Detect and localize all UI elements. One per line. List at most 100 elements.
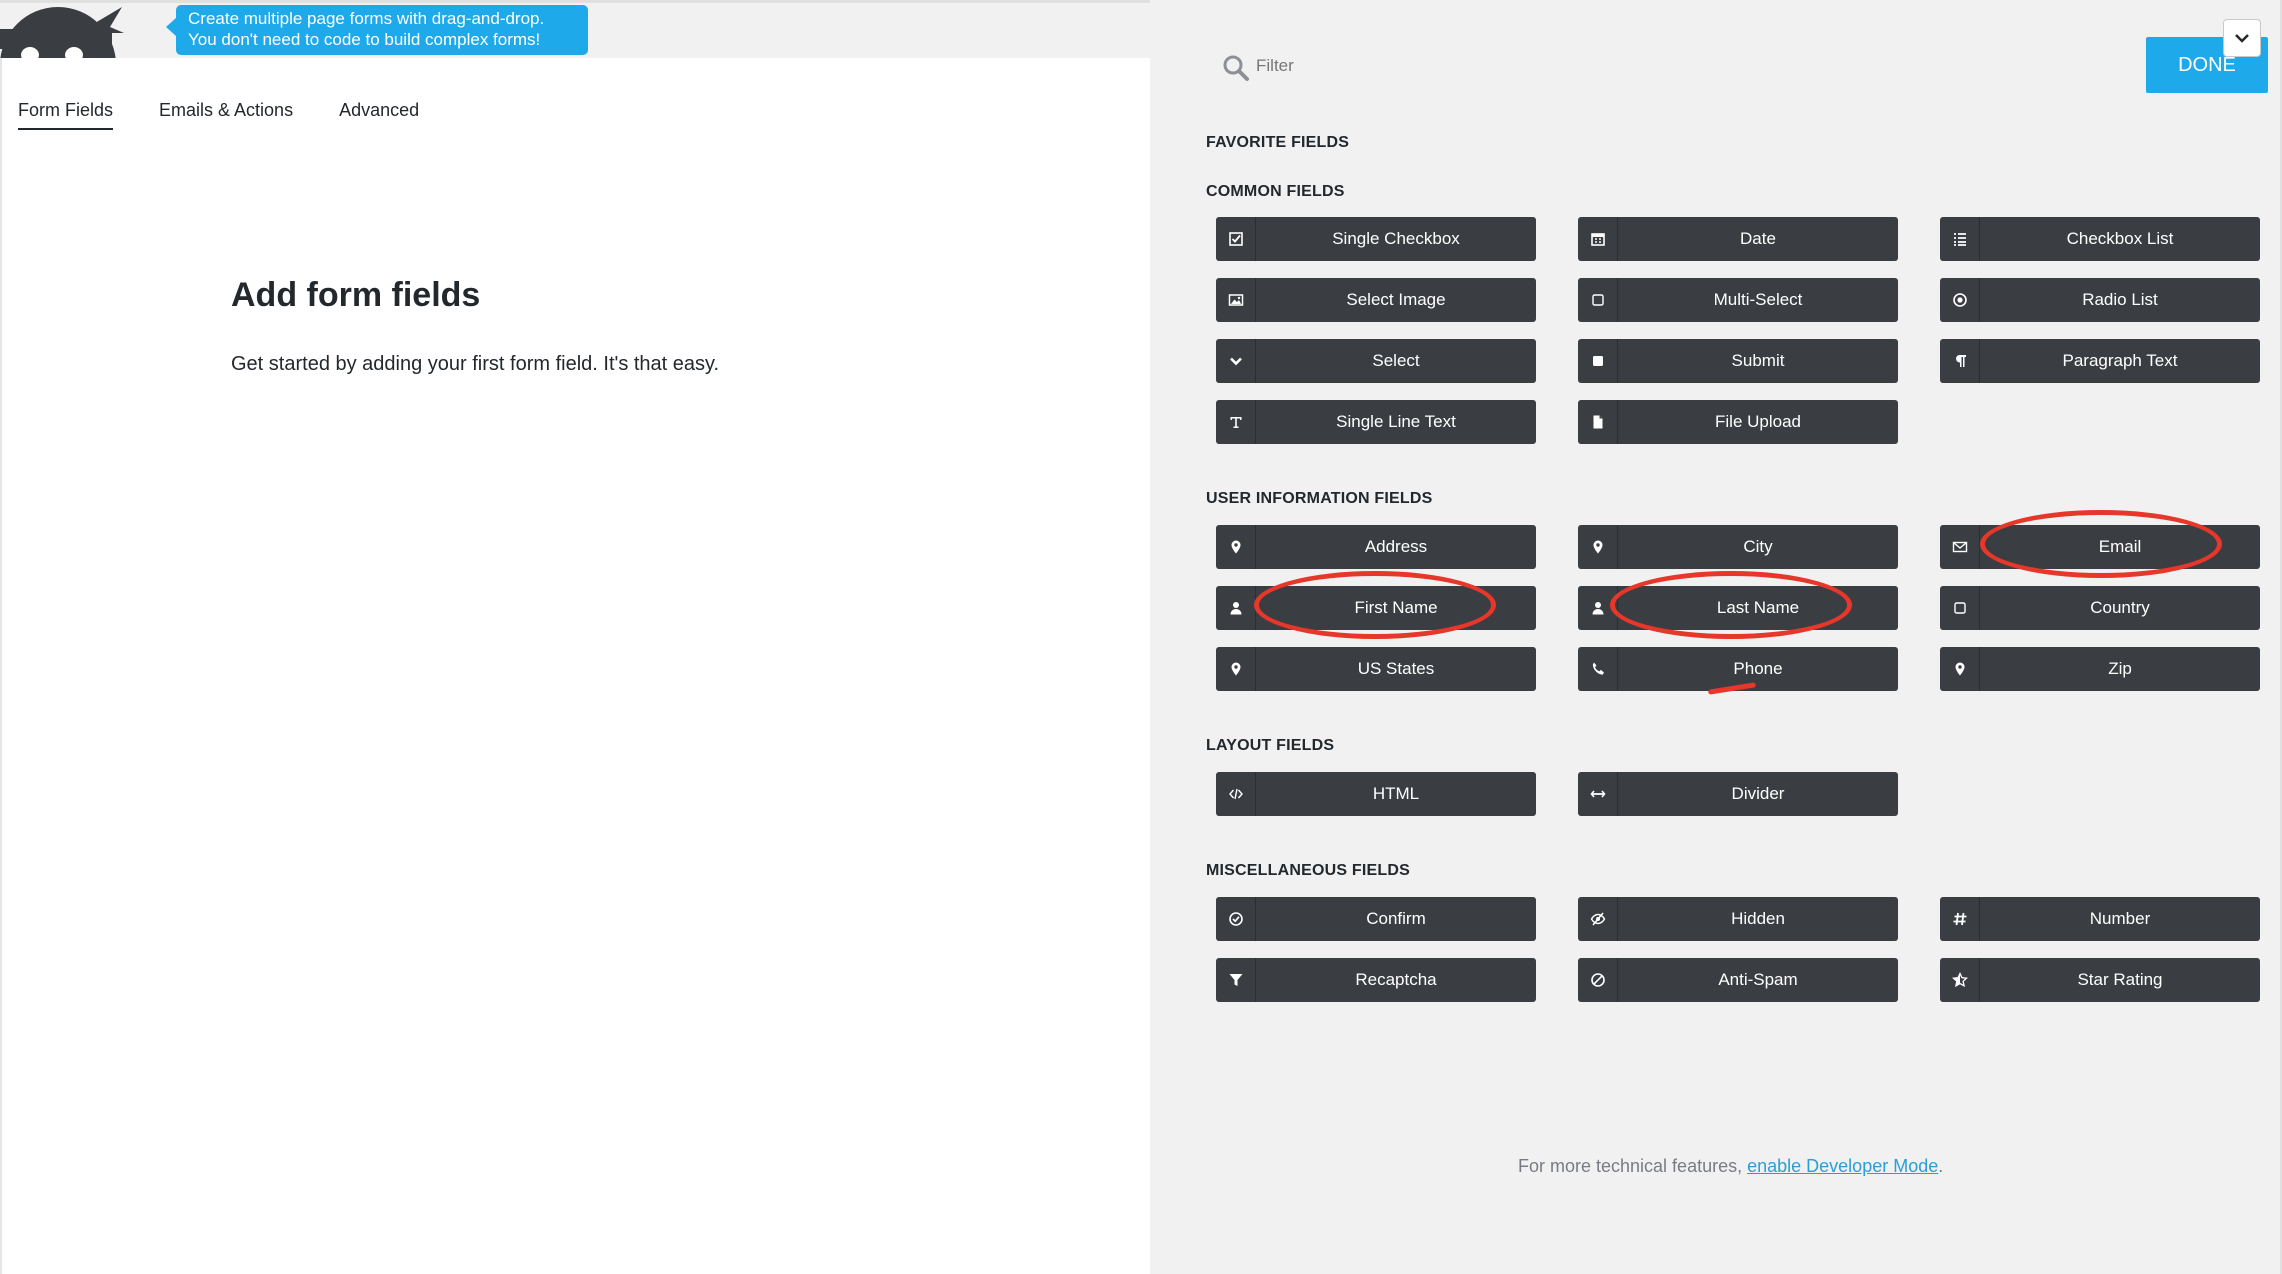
section-miscellaneous-fields: MISCELLANEOUS FIELDS bbox=[1206, 862, 1411, 879]
field-button-checkbox-list[interactable]: Checkbox List bbox=[1940, 217, 2260, 261]
filter-input[interactable] bbox=[1256, 50, 1816, 82]
field-button-city[interactable]: City bbox=[1578, 525, 1898, 569]
field-button-single-checkbox[interactable]: Single Checkbox bbox=[1216, 217, 1536, 261]
field-button-date[interactable]: Date bbox=[1578, 217, 1898, 261]
field-button-phone[interactable]: Phone bbox=[1578, 647, 1898, 691]
field-button-label: Email bbox=[2098, 537, 2142, 556]
field-button-label: Star Rating bbox=[2077, 970, 2163, 989]
field-button-zip[interactable]: Zip bbox=[1940, 647, 2260, 691]
check-circle-icon bbox=[1216, 897, 1256, 941]
field-button-anti-spam[interactable]: Anti-Spam bbox=[1578, 958, 1898, 1002]
field-button-first-name[interactable]: First Name bbox=[1216, 586, 1536, 630]
field-button-label: Number bbox=[2089, 909, 2151, 928]
section-favorite-fields: FAVORITE FIELDS bbox=[1206, 134, 1350, 151]
tab-advanced[interactable]: Advanced bbox=[339, 98, 419, 130]
enable-developer-mode-link[interactable]: enable Developer Mode bbox=[1747, 1156, 1938, 1176]
search-icon bbox=[1223, 55, 1249, 81]
tab-form-fields[interactable]: Form Fields bbox=[18, 98, 114, 130]
chevron-down-icon bbox=[1216, 339, 1256, 383]
field-button-file-upload[interactable]: File Upload bbox=[1578, 400, 1898, 444]
arrows-horizontal-icon bbox=[1578, 772, 1618, 816]
hash-icon bbox=[1940, 897, 1980, 941]
field-button-label: HTML bbox=[1372, 784, 1420, 803]
square-outline-icon bbox=[1940, 586, 1980, 630]
field-button-star-rating[interactable]: Star Rating bbox=[1940, 958, 2260, 1002]
filter-box bbox=[1206, 36, 1846, 94]
field-button-label: Phone bbox=[1733, 659, 1783, 678]
field-button-label: Single Line Text bbox=[1336, 412, 1456, 431]
field-button-label: US States bbox=[1357, 659, 1435, 678]
field-button-label: Submit bbox=[1731, 351, 1785, 370]
radio-icon bbox=[1940, 278, 1980, 322]
field-button-select[interactable]: Select bbox=[1216, 339, 1536, 383]
field-button-label: Multi-Select bbox=[1713, 290, 1803, 309]
section-common-fields: COMMON FIELDS bbox=[1206, 183, 1345, 200]
field-button-multi-select[interactable]: Multi-Select bbox=[1578, 278, 1898, 322]
field-drawer: DONE FAVORITE FIELDS COMMON FIELDS USER … bbox=[1150, 0, 2282, 1274]
field-button-country[interactable]: Country bbox=[1940, 586, 2260, 630]
field-button-label: First Name bbox=[1354, 598, 1438, 617]
field-button-label: Select bbox=[1372, 351, 1420, 370]
map-pin-icon bbox=[1216, 525, 1256, 569]
field-button-email[interactable]: Email bbox=[1940, 525, 2260, 569]
field-button-single-line-text[interactable]: Single Line Text bbox=[1216, 400, 1536, 444]
check-square-icon bbox=[1216, 217, 1256, 261]
file-icon bbox=[1578, 400, 1618, 444]
filter-icon bbox=[1216, 958, 1256, 1002]
top-strip: Create multiple page forms with drag-and… bbox=[0, 0, 1150, 61]
field-button-us-states[interactable]: US States bbox=[1216, 647, 1536, 691]
field-button-last-name[interactable]: Last Name bbox=[1578, 586, 1898, 630]
field-button-label: Anti-Spam bbox=[1718, 970, 1798, 989]
user-icon bbox=[1216, 586, 1256, 630]
page-title: Add form fields bbox=[231, 276, 481, 314]
text-icon bbox=[1216, 400, 1256, 444]
field-button-label: Last Name bbox=[1716, 598, 1800, 617]
field-button-paragraph-text[interactable]: Paragraph Text bbox=[1940, 339, 2260, 383]
builder-tabs: Form Fields Emails & Actions Advanced bbox=[18, 98, 465, 130]
image-icon bbox=[1216, 278, 1256, 322]
field-button-label: Confirm bbox=[1366, 909, 1426, 928]
field-button-label: Paragraph Text bbox=[2062, 351, 2178, 370]
section-layout-fields: LAYOUT FIELDS bbox=[1206, 737, 1335, 754]
field-button-label: Hidden bbox=[1731, 909, 1785, 928]
field-button-label: Date bbox=[1740, 229, 1776, 248]
field-button-confirm[interactable]: Confirm bbox=[1216, 897, 1536, 941]
field-button-label: Address bbox=[1364, 537, 1428, 556]
calendar-icon bbox=[1578, 217, 1618, 261]
field-button-hidden[interactable]: Hidden bbox=[1578, 897, 1898, 941]
form-builder-panel: Form Fields Emails & Actions Advanced Ad… bbox=[0, 58, 1150, 1274]
field-button-html[interactable]: HTML bbox=[1216, 772, 1536, 816]
ban-icon bbox=[1578, 958, 1618, 1002]
user-icon bbox=[1578, 586, 1618, 630]
developer-mode-note: For more technical features, enable Deve… bbox=[1518, 1156, 1943, 1177]
field-button-divider[interactable]: Divider bbox=[1578, 772, 1898, 816]
star-icon bbox=[1940, 958, 1980, 1002]
collapse-button[interactable] bbox=[2223, 19, 2261, 57]
map-pin-icon bbox=[1216, 647, 1256, 691]
field-button-label: Country bbox=[2090, 598, 2150, 617]
field-button-label: Radio List bbox=[2082, 290, 2158, 309]
list-icon bbox=[1940, 217, 1980, 261]
square-outline-icon bbox=[1578, 278, 1618, 322]
field-button-select-image[interactable]: Select Image bbox=[1216, 278, 1536, 322]
field-button-submit[interactable]: Submit bbox=[1578, 339, 1898, 383]
section-user-information-fields: USER INFORMATION FIELDS bbox=[1206, 490, 1433, 507]
page-subtitle: Get started by adding your first form fi… bbox=[231, 353, 720, 375]
field-button-label: Single Checkbox bbox=[1332, 229, 1460, 248]
field-button-label: Divider bbox=[1731, 784, 1785, 803]
field-button-address[interactable]: Address bbox=[1216, 525, 1536, 569]
square-filled-icon bbox=[1578, 339, 1618, 383]
footer-suffix: . bbox=[1938, 1156, 1944, 1176]
tab-emails-actions[interactable]: Emails & Actions bbox=[159, 98, 293, 130]
field-button-label: File Upload bbox=[1715, 412, 1801, 431]
eye-slash-icon bbox=[1578, 897, 1618, 941]
code-icon bbox=[1216, 772, 1256, 816]
tip-line-1: Create multiple page forms with drag-and… bbox=[188, 9, 545, 28]
field-button-number[interactable]: Number bbox=[1940, 897, 2260, 941]
field-button-recaptcha[interactable]: Recaptcha bbox=[1216, 958, 1536, 1002]
map-pin-icon bbox=[1940, 647, 1980, 691]
field-button-radio-list[interactable]: Radio List bbox=[1940, 278, 2260, 322]
ninja-mascot-logo bbox=[0, 3, 125, 61]
field-button-label: City bbox=[1743, 537, 1773, 556]
tip-line-2: You don't need to code to build complex … bbox=[188, 30, 541, 49]
